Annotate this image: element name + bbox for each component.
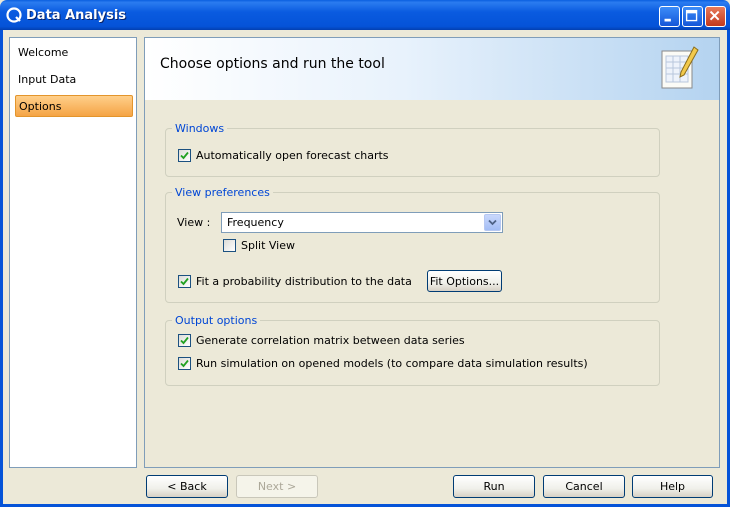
view-select[interactable]: Frequency bbox=[221, 212, 503, 233]
help-button[interactable]: Help bbox=[632, 475, 713, 498]
next-button[interactable]: Next > bbox=[236, 475, 318, 498]
back-button[interactable]: < Back bbox=[146, 475, 228, 498]
dropdown-button[interactable] bbox=[484, 214, 501, 231]
run-simulation-checkbox[interactable]: Run simulation on opened models (to comp… bbox=[178, 357, 588, 370]
correlation-matrix-checkbox[interactable]: Generate correlation matrix between data… bbox=[178, 334, 465, 347]
group-legend: Output options bbox=[175, 314, 258, 327]
maximize-button[interactable] bbox=[682, 6, 703, 27]
nav-item-input-data[interactable]: Input Data bbox=[15, 69, 133, 91]
fit-options-button[interactable]: Fit Options... bbox=[427, 270, 502, 292]
checkbox-label: Fit a probability distribution to the da… bbox=[196, 275, 412, 288]
split-view-checkbox[interactable]: Split View bbox=[223, 239, 295, 252]
close-button[interactable] bbox=[705, 6, 726, 27]
checkbox-box[interactable] bbox=[178, 275, 191, 288]
view-select-value: Frequency bbox=[227, 216, 284, 229]
group-legend: Windows bbox=[175, 122, 225, 135]
checkmark-icon bbox=[180, 336, 189, 345]
checkmark-icon bbox=[180, 277, 189, 286]
checkbox-box[interactable] bbox=[178, 334, 191, 347]
checkbox-label: Generate correlation matrix between data… bbox=[196, 334, 465, 347]
nav-item-label: Options bbox=[19, 100, 62, 113]
nav-item-label: Input Data bbox=[18, 73, 77, 86]
fit-distribution-checkbox[interactable]: Fit a probability distribution to the da… bbox=[178, 275, 412, 288]
checkbox-box[interactable] bbox=[223, 239, 236, 252]
chevron-down-icon bbox=[488, 219, 497, 226]
auto-open-charts-checkbox[interactable]: Automatically open forecast charts bbox=[178, 149, 389, 162]
minimize-icon bbox=[664, 18, 671, 22]
close-icon bbox=[709, 10, 720, 21]
run-button[interactable]: Run bbox=[453, 475, 535, 498]
document-pencil-icon bbox=[661, 46, 699, 89]
output-options-group: Output options bbox=[165, 314, 660, 386]
view-label: View : bbox=[177, 216, 211, 229]
nav-item-welcome[interactable]: Welcome bbox=[15, 42, 133, 64]
options-panel: Choose options and run the tool Windows … bbox=[144, 37, 720, 468]
checkbox-box[interactable] bbox=[178, 149, 191, 162]
checkbox-box[interactable] bbox=[178, 357, 191, 370]
nav-item-options[interactable]: Options bbox=[15, 95, 133, 117]
checkbox-label: Split View bbox=[241, 239, 295, 252]
group-legend: View preferences bbox=[175, 186, 270, 199]
minimize-button[interactable] bbox=[659, 6, 680, 27]
app-icon bbox=[6, 7, 22, 23]
nav-item-label: Welcome bbox=[18, 46, 69, 59]
checkmark-icon bbox=[180, 359, 189, 368]
page-title: Choose options and run the tool bbox=[160, 56, 385, 72]
wizard-nav: Welcome Input Data Options bbox=[9, 37, 137, 468]
maximize-icon bbox=[685, 9, 698, 22]
panel-header: Choose options and run the tool bbox=[145, 38, 719, 100]
checkmark-icon bbox=[180, 151, 189, 160]
title-bar[interactable]: Data Analysis bbox=[0, 0, 730, 30]
checkbox-label: Automatically open forecast charts bbox=[196, 149, 389, 162]
cancel-button[interactable]: Cancel bbox=[543, 475, 625, 498]
checkbox-label: Run simulation on opened models (to comp… bbox=[196, 357, 588, 370]
window-title: Data Analysis bbox=[26, 8, 127, 23]
